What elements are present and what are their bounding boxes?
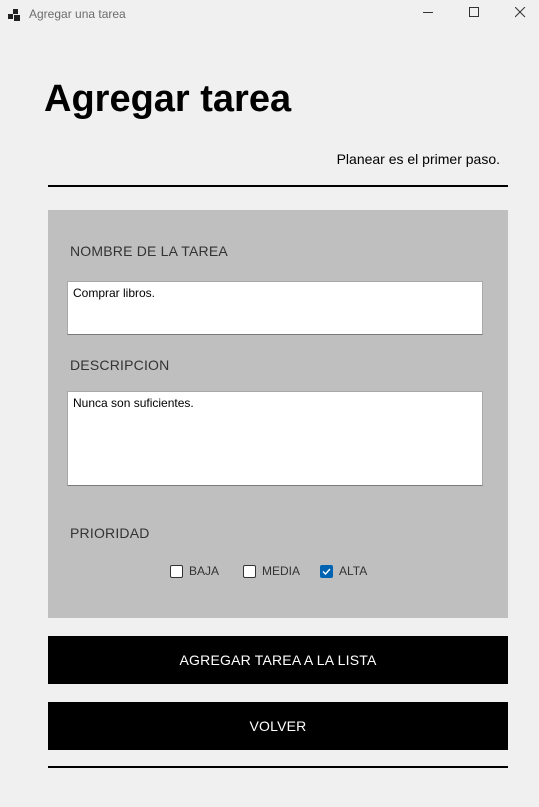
minimize-button[interactable] bbox=[405, 0, 451, 28]
close-button[interactable] bbox=[497, 0, 539, 28]
priority-alta-checkbox[interactable] bbox=[320, 564, 333, 578]
page-subtitle: Planear es el primer paso. bbox=[336, 151, 500, 167]
priority-media-checkbox[interactable] bbox=[243, 564, 256, 578]
priority-option-media[interactable]: MEDIA bbox=[243, 564, 300, 578]
priority-alta-label: ALTA bbox=[339, 564, 368, 578]
task-description-input[interactable] bbox=[67, 391, 483, 486]
priority-baja-checkbox[interactable] bbox=[170, 564, 183, 578]
maximize-icon bbox=[468, 5, 480, 23]
minimize-icon bbox=[422, 5, 434, 23]
priority-label: PRIORIDAD bbox=[70, 525, 150, 541]
task-form-panel: NOMBRE DE LA TAREA DESCRIPCION PRIORIDAD… bbox=[48, 210, 508, 618]
divider-top bbox=[48, 185, 508, 187]
priority-media-label: MEDIA bbox=[262, 564, 301, 578]
app-icon bbox=[8, 8, 20, 21]
back-button[interactable]: VOLVER bbox=[48, 702, 508, 750]
close-icon bbox=[514, 5, 526, 23]
window-title: Agregar una tarea bbox=[29, 7, 126, 21]
add-task-button[interactable]: AGREGAR TAREA A LA LISTA bbox=[48, 636, 508, 684]
page-title: Agregar tarea bbox=[44, 78, 292, 120]
title-bar[interactable]: Agregar una tarea bbox=[0, 0, 539, 28]
divider-bottom bbox=[48, 766, 508, 768]
checkmark-icon bbox=[322, 568, 331, 575]
app-window: Agregar una tarea Agregar tarea Planear … bbox=[0, 0, 539, 807]
priority-option-alta[interactable]: ALTA bbox=[320, 564, 367, 578]
task-name-input[interactable] bbox=[67, 281, 483, 335]
task-description-label: DESCRIPCION bbox=[70, 357, 170, 373]
maximize-button[interactable] bbox=[451, 0, 497, 28]
priority-option-baja[interactable]: BAJA bbox=[170, 564, 219, 578]
priority-baja-label: BAJA bbox=[189, 564, 220, 578]
task-name-label: NOMBRE DE LA TAREA bbox=[70, 243, 228, 259]
